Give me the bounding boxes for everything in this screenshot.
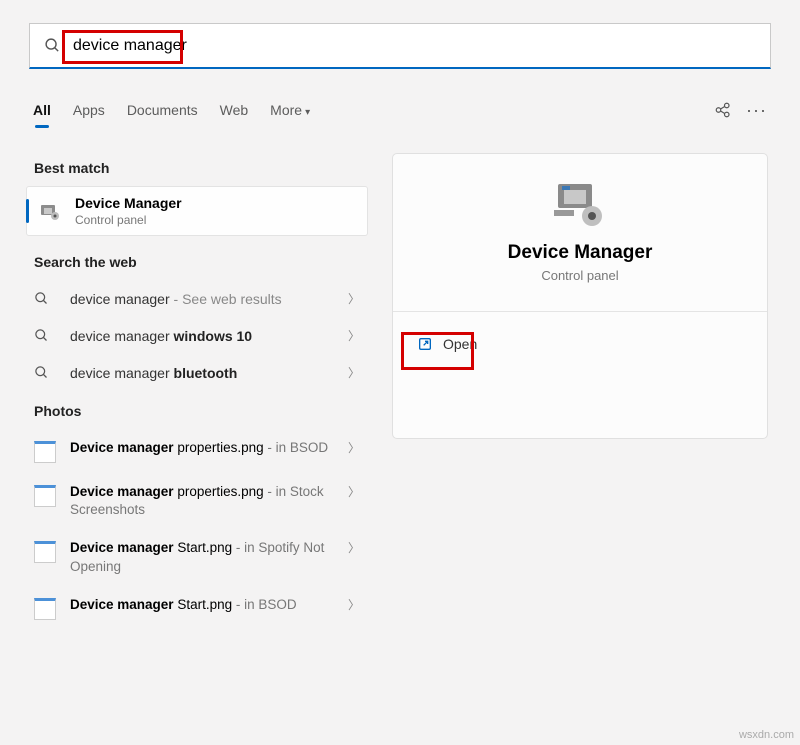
web-result-prefix: device manager	[70, 365, 174, 381]
device-manager-icon	[552, 180, 608, 228]
chevron-down-icon: ▾	[305, 107, 310, 118]
search-icon	[34, 328, 56, 343]
search-web-heading: Search the web	[34, 254, 362, 270]
photo-name-bold: Device manager	[70, 597, 174, 612]
search-icon	[44, 37, 61, 54]
web-result-1[interactable]: device manager - See web results 〉	[26, 280, 368, 317]
photo-name-rest: Start.png	[174, 540, 233, 555]
chevron-right-icon: 〉	[348, 364, 360, 381]
image-thumbnail-icon	[34, 485, 56, 507]
search-icon	[34, 365, 56, 380]
web-result-2[interactable]: device manager windows 10 〉	[26, 317, 368, 354]
web-result-prefix: device manager	[70, 328, 174, 344]
tab-all[interactable]: All	[33, 96, 51, 124]
search-icon	[34, 291, 56, 306]
photo-location: - in BSOD	[264, 440, 329, 455]
best-match-heading: Best match	[34, 160, 362, 176]
open-external-icon	[417, 336, 433, 352]
best-match-subtitle: Control panel	[75, 213, 182, 227]
open-label: Open	[443, 336, 477, 352]
chevron-right-icon: 〉	[348, 327, 360, 344]
best-match-title: Device Manager	[75, 195, 182, 211]
watermark: wsxdn.com	[739, 729, 794, 741]
web-result-query: device manager	[70, 291, 170, 307]
chevron-right-icon: 〉	[348, 483, 360, 500]
best-match-item[interactable]: Device Manager Control panel	[26, 186, 368, 236]
share-icon[interactable]	[714, 101, 732, 119]
preview-subtitle: Control panel	[413, 268, 747, 283]
image-thumbnail-icon	[34, 598, 56, 620]
image-thumbnail-icon	[34, 441, 56, 463]
web-result-bold: bluetooth	[174, 365, 238, 381]
tab-apps[interactable]: Apps	[73, 96, 105, 124]
photo-name-bold: Device manager	[70, 540, 174, 555]
divider	[393, 311, 767, 312]
photos-heading: Photos	[34, 403, 362, 419]
chevron-right-icon: 〉	[348, 596, 360, 613]
more-options-icon[interactable]: ···	[746, 100, 767, 121]
search-input[interactable]	[73, 37, 756, 55]
photo-result-4[interactable]: Device manager Start.png - in BSOD 〉	[26, 586, 368, 630]
chevron-right-icon: 〉	[348, 290, 360, 307]
web-result-suffix: - See web results	[170, 291, 282, 307]
photo-name-rest: properties.png	[174, 484, 264, 499]
tab-more[interactable]: More▾	[270, 96, 310, 124]
chevron-right-icon: 〉	[348, 439, 360, 456]
open-button[interactable]: Open	[413, 330, 481, 358]
image-thumbnail-icon	[34, 541, 56, 563]
web-result-3[interactable]: device manager bluetooth 〉	[26, 354, 368, 391]
photo-result-2[interactable]: Device manager properties.png - in Stock…	[26, 473, 368, 529]
web-result-bold: windows 10	[174, 328, 253, 344]
preview-panel: Device Manager Control panel Open	[392, 153, 768, 439]
photo-name-bold: Device manager	[70, 484, 174, 499]
photo-location: - in BSOD	[232, 597, 297, 612]
photo-name-rest: properties.png	[174, 440, 264, 455]
photo-result-1[interactable]: Device manager properties.png - in BSOD …	[26, 429, 368, 473]
chevron-right-icon: 〉	[348, 539, 360, 556]
tab-web[interactable]: Web	[220, 96, 249, 124]
photo-result-3[interactable]: Device manager Start.png - in Spotify No…	[26, 529, 368, 585]
photo-name-rest: Start.png	[174, 597, 233, 612]
results-left: Best match Device Manager Control panel …	[26, 150, 368, 630]
photo-name-bold: Device manager	[70, 440, 174, 455]
search-bar[interactable]	[29, 23, 771, 69]
preview-title: Device Manager	[413, 242, 747, 264]
tab-documents[interactable]: Documents	[127, 96, 198, 124]
filter-tabs: All Apps Documents Web More▾ ···	[33, 96, 767, 124]
device-manager-icon	[37, 198, 63, 224]
